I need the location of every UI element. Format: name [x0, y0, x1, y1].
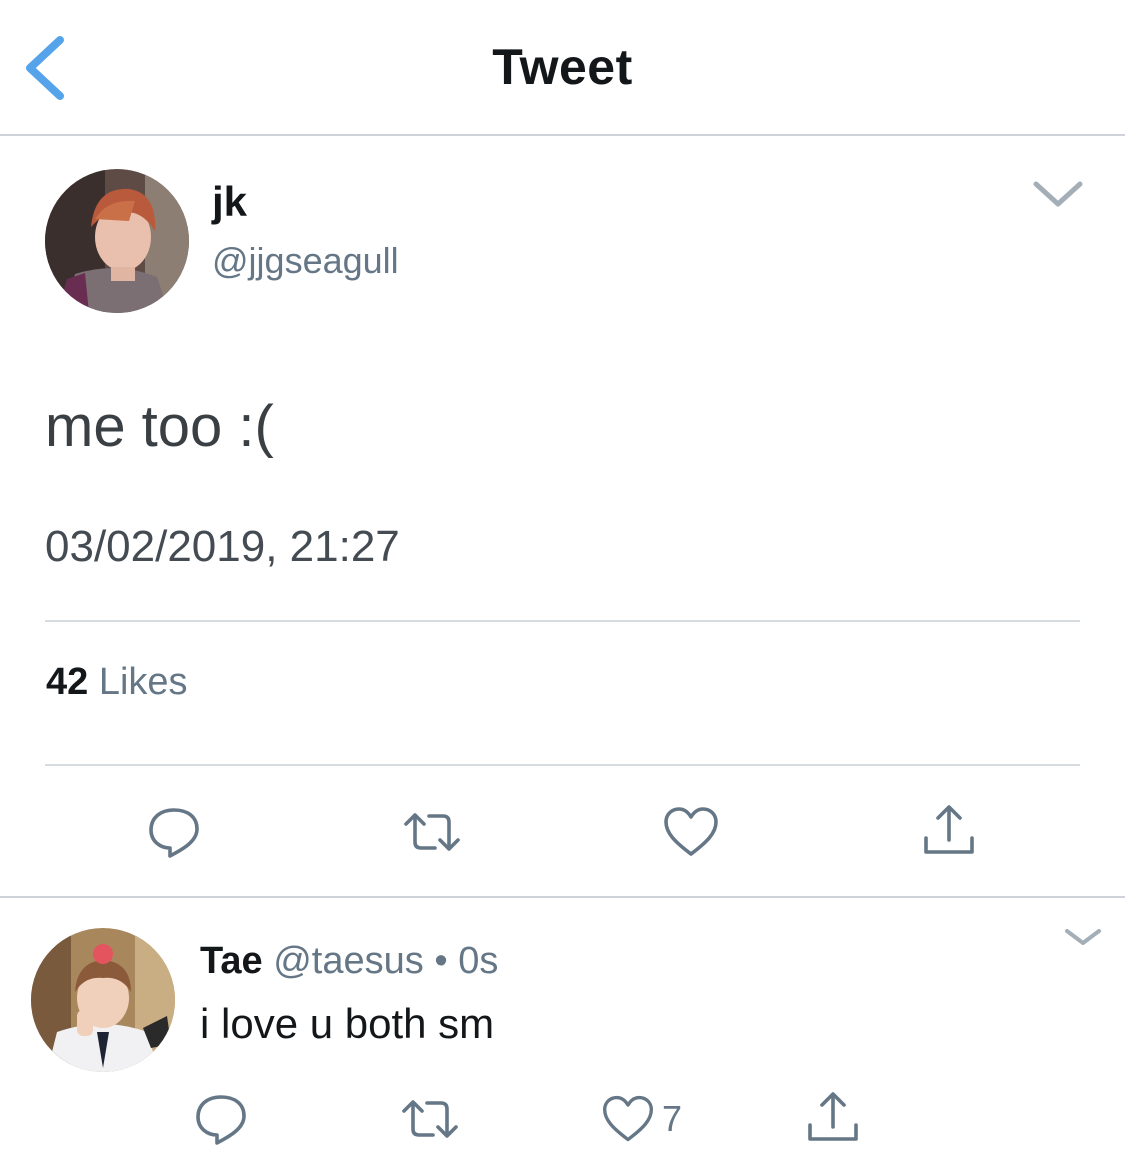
retweet-icon — [402, 1100, 458, 1138]
reply-options-button[interactable] — [1062, 922, 1104, 952]
profile-photo — [45, 169, 189, 313]
profile-photo — [31, 928, 175, 1072]
reply-time: 0s — [458, 940, 499, 982]
heart-icon — [664, 807, 718, 856]
tweet-text: me too :( — [45, 394, 274, 459]
reply-like-button[interactable]: 7 — [600, 1089, 682, 1149]
display-name[interactable]: jk — [212, 178, 247, 226]
reply-text: i love u both sm — [200, 1000, 495, 1047]
retweet-icon — [404, 813, 460, 851]
reply-icon — [196, 1095, 246, 1145]
reply-reply-button[interactable] — [191, 1089, 251, 1149]
reply-share-button[interactable] — [803, 1089, 863, 1149]
reply-header: Tae @taesus • 0s — [200, 940, 498, 983]
chevron-down-icon — [1033, 181, 1083, 207]
share-icon — [808, 1092, 858, 1141]
share-button[interactable] — [919, 802, 979, 862]
reply-icon — [149, 808, 199, 858]
chevron-down-icon — [1065, 929, 1101, 945]
reply-retweet-button[interactable] — [400, 1089, 460, 1149]
reply-button[interactable] — [144, 802, 204, 862]
avatar[interactable] — [31, 928, 175, 1072]
avatar[interactable] — [45, 169, 189, 313]
reply-separator: • — [434, 940, 448, 982]
heart-icon — [602, 1095, 654, 1142]
share-icon — [924, 805, 974, 854]
page-title: Tweet — [492, 39, 633, 95]
user-handle[interactable]: @jjgseagull — [212, 240, 399, 282]
tweet-options-button[interactable] — [1030, 170, 1086, 218]
like-button[interactable] — [661, 802, 721, 862]
reply-display-name[interactable]: Tae — [200, 940, 263, 982]
divider — [45, 764, 1080, 766]
retweet-button[interactable] — [402, 802, 462, 862]
divider — [45, 620, 1080, 622]
reply-handle[interactable]: @taesus — [273, 940, 424, 982]
divider — [0, 896, 1125, 898]
likes-count: 42 — [46, 661, 89, 703]
reply-like-count: 7 — [662, 1098, 683, 1139]
likes-label: Likes — [98, 661, 188, 703]
likes-stat[interactable]: 42 Likes — [46, 661, 188, 704]
tweet-timestamp: 03/02/2019, 21:27 — [45, 522, 400, 571]
